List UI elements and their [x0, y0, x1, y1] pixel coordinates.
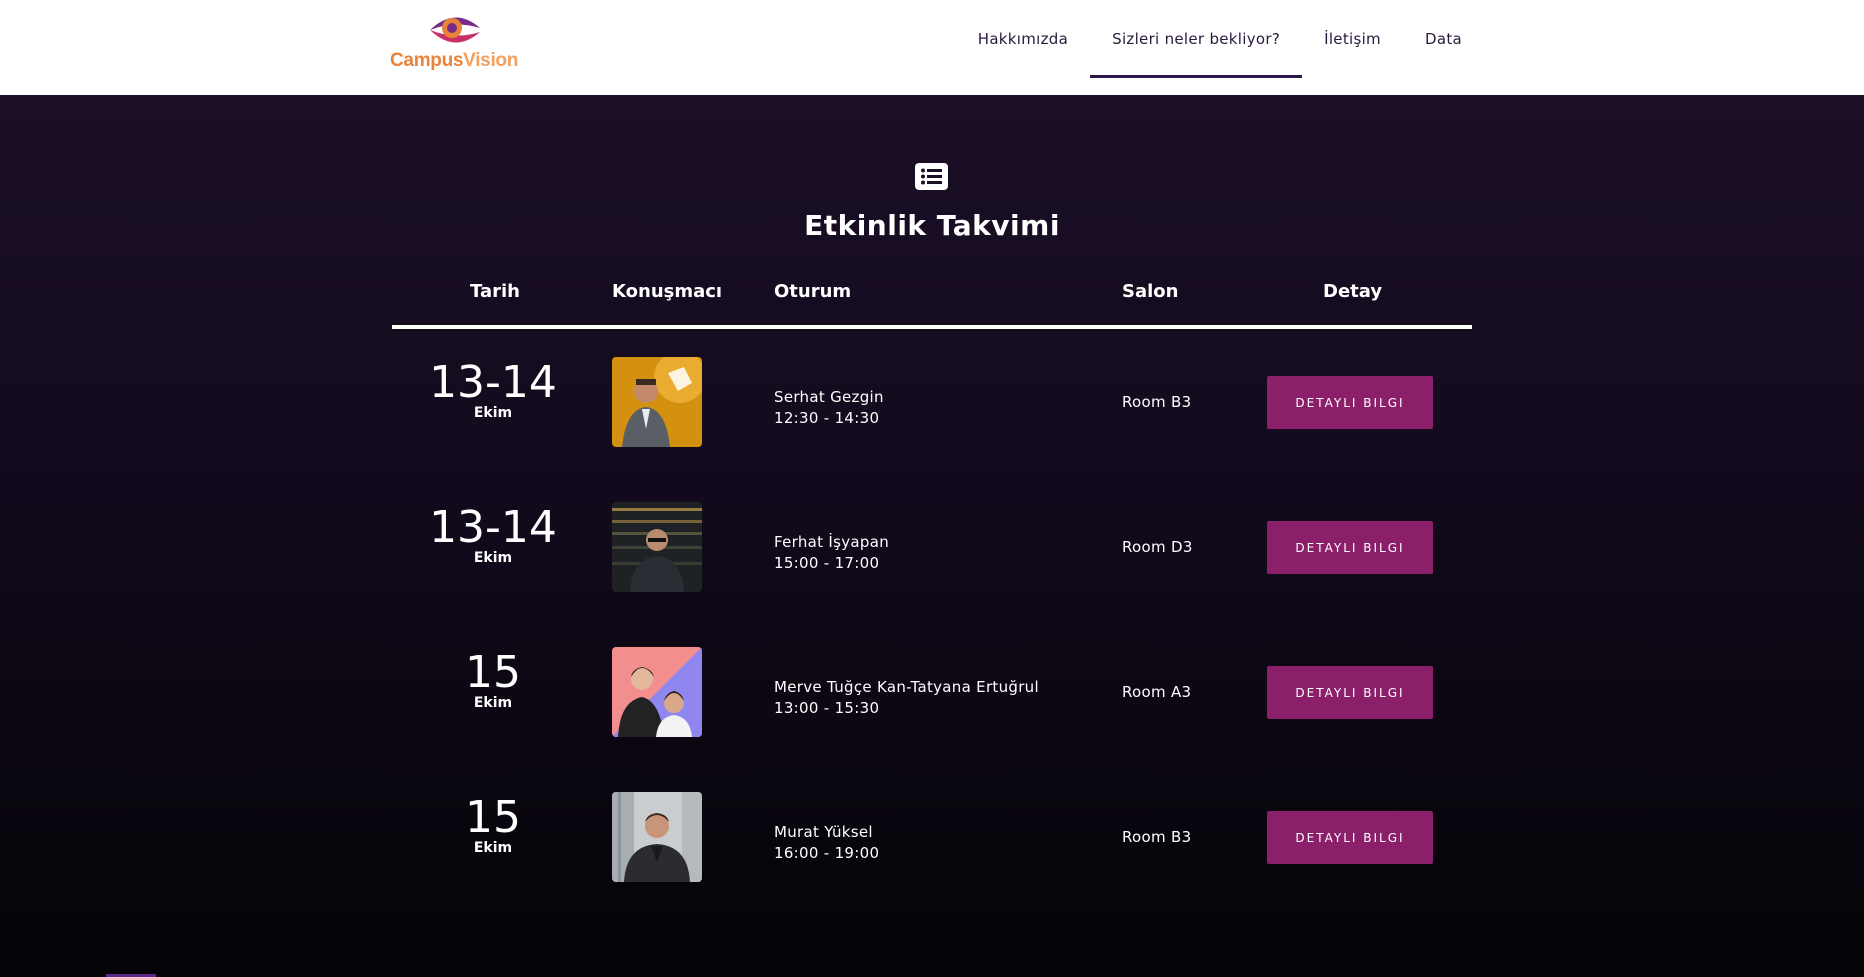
date-days: 15 [465, 647, 521, 698]
table-row: 13-14 Ekim Serhat Gezgin 12:30 - 14:30 R… [0, 357, 1864, 449]
session-info: Ferhat İşyapan 15:00 - 17:00 [774, 532, 889, 574]
session-info: Serhat Gezgin 12:30 - 14:30 [774, 387, 884, 429]
session-room: Room B3 [1122, 393, 1192, 411]
session-room: Room A3 [1122, 683, 1192, 701]
session-time: 12:30 - 14:30 [774, 409, 880, 427]
date-days: 13-14 [429, 357, 557, 408]
date-days: 13-14 [429, 502, 557, 553]
speaker-name: Serhat Gezgin [774, 388, 884, 406]
table-header: Tarih Konuşmacı Oturum Salon Detay [0, 281, 1864, 311]
date-month: Ekim [473, 695, 513, 711]
event-date: 13-14 Ekim [420, 357, 566, 422]
site-header: CampusVision Hakkımızda Sizleri neler be… [0, 0, 1864, 95]
event-date: 15 Ekim [420, 647, 566, 712]
header-detail: Detay [1323, 281, 1383, 302]
main-nav: Hakkımızda Sizleri neler bekliyor? İleti… [956, 0, 1484, 95]
session-room: Room B3 [1122, 828, 1192, 846]
session-time: 13:00 - 15:30 [774, 699, 880, 717]
campusvision-logo[interactable]: CampusVision [390, 10, 520, 72]
event-schedule-section: Etkinlik Takvimi Tarih Konuşmacı Oturum … [0, 95, 1864, 977]
header-room: Salon [1122, 281, 1179, 302]
logo-wordmark: CampusVision [390, 50, 518, 72]
nav-item-hakkimizda[interactable]: Hakkımızda [956, 0, 1090, 78]
session-room: Room D3 [1122, 538, 1193, 556]
logo-text-vision: Vision [463, 50, 519, 71]
speaker-name: Murat Yüksel [774, 823, 873, 841]
speaker-photo [612, 357, 702, 447]
eye-logo-icon [430, 17, 480, 43]
date-days: 15 [465, 792, 521, 843]
details-button[interactable]: DETAYLI BILGI [1267, 521, 1433, 574]
event-date: 13-14 Ekim [420, 502, 566, 567]
logo-text-campus: Campus [390, 50, 464, 71]
header-divider [392, 325, 1472, 329]
speaker-photo [612, 502, 702, 592]
session-info: Merve Tuğçe Kan-Tatyana Ertuğrul 13:00 -… [774, 677, 1039, 719]
session-info: Murat Yüksel 16:00 - 19:00 [774, 822, 879, 864]
speaker-name: Ferhat İşyapan [774, 533, 890, 551]
table-row: 15 Ekim Murat Yüksel 16:00 - 19:00 Room … [0, 792, 1864, 884]
table-row: 13-14 Ekim Ferhat İşyapan 15:00 - 17:00 … [0, 502, 1864, 594]
speaker-photo [612, 647, 702, 737]
date-month: Ekim [473, 840, 513, 856]
event-date: 15 Ekim [420, 792, 566, 857]
header-speaker: Konuşmacı [612, 281, 723, 302]
details-button[interactable]: DETAYLI BILGI [1267, 376, 1433, 429]
session-time: 16:00 - 19:00 [774, 844, 880, 862]
table-row: 15 Ekim Merve Tuğçe Kan-Tatyana Ertuğrul… [0, 647, 1864, 739]
session-time: 15:00 - 17:00 [774, 554, 880, 572]
nav-item-data[interactable]: Data [1403, 0, 1484, 78]
details-button[interactable]: DETAYLI BILGI [1267, 811, 1433, 864]
nav-item-sizleri-neler-bekliyor[interactable]: Sizleri neler bekliyor? [1090, 0, 1303, 78]
header-date: Tarih [470, 281, 520, 302]
speaker-photo [612, 792, 702, 882]
list-icon [915, 163, 948, 190]
nav-item-iletisim[interactable]: İletişim [1302, 0, 1403, 78]
speaker-name: Merve Tuğçe Kan-Tatyana Ertuğrul [774, 678, 1039, 696]
section-title: Etkinlik Takvimi [804, 209, 1060, 242]
details-button[interactable]: DETAYLI BILGI [1267, 666, 1433, 719]
header-session: Oturum [774, 281, 852, 302]
